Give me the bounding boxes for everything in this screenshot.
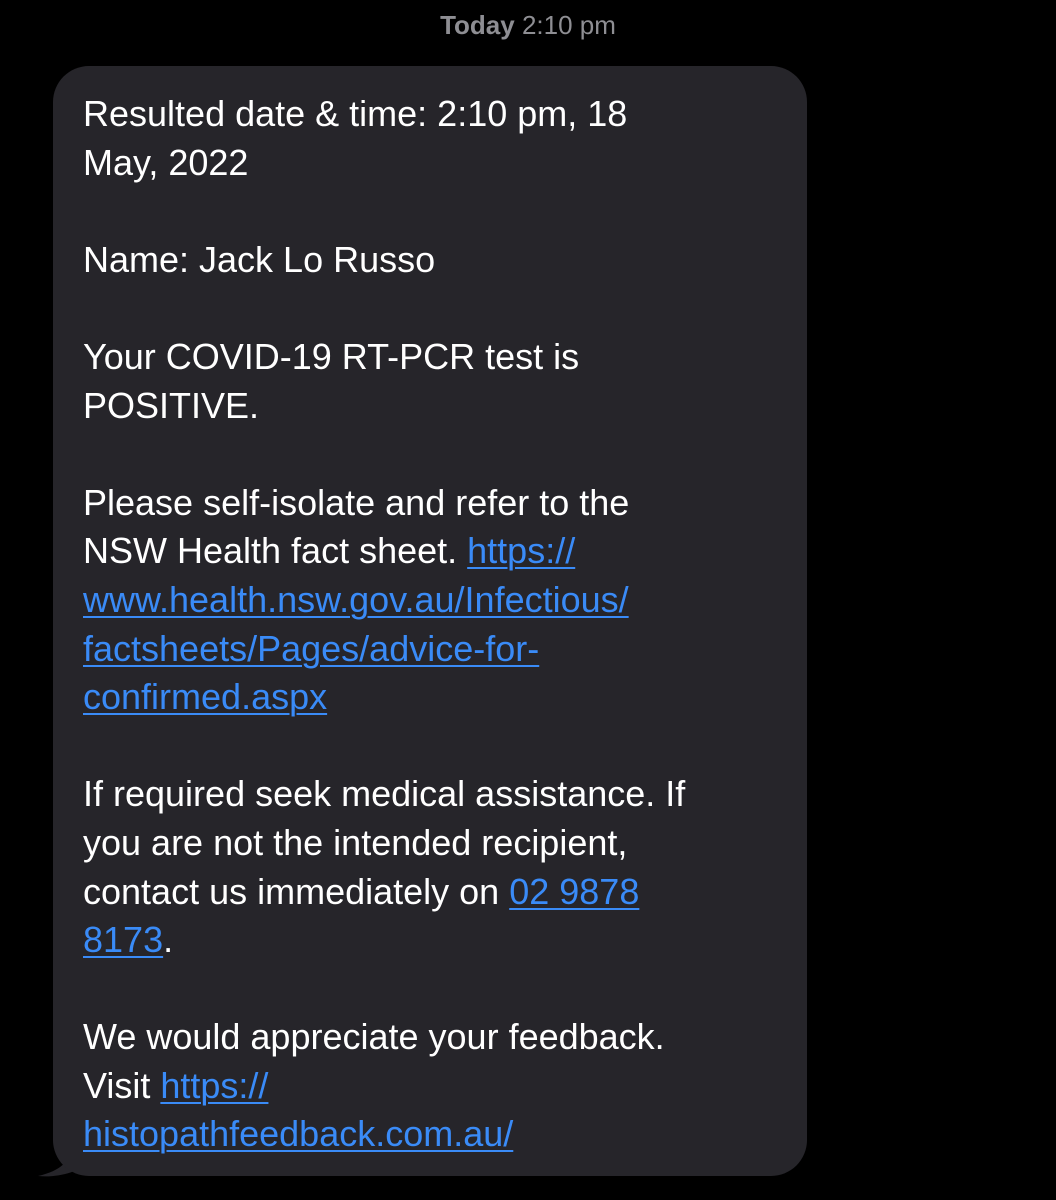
- feedback-paragraph: We would appreciate your feedback. Visit…: [83, 1013, 777, 1159]
- patient-name-line: Name: Jack Lo Russo: [83, 238, 436, 280]
- message-timestamp: Today 2:10 pm: [0, 8, 1056, 42]
- test-result-paragraph: Your COVID-19 RT-PCR test is POSITIVE.: [83, 333, 777, 430]
- feedback-link-part-1[interactable]: https://: [160, 1065, 268, 1106]
- result-datetime-line-2: May, 2022: [83, 141, 249, 183]
- advice-paragraph: Please self-isolate and refer to the NSW…: [83, 479, 777, 722]
- factsheet-link-part-4[interactable]: confirmed.aspx: [83, 676, 327, 717]
- medical-assistance-paragraph: If required seek medical assistance. If …: [83, 770, 777, 964]
- advice-line-2-text: NSW Health fact sheet.: [83, 530, 468, 572]
- result-datetime-line-1: Resulted date & time: 2:10 pm, 18: [83, 93, 628, 134]
- advice-line-1: Please self-isolate and refer to the: [83, 481, 630, 523]
- medical-line-3: contact us immediately on 02 9878: [83, 868, 777, 917]
- test-result-line-2: POSITIVE.: [83, 384, 260, 426]
- phone-link-part-1[interactable]: 02 9878: [509, 871, 639, 912]
- factsheet-link-part-3[interactable]: factsheets/Pages/advice-for-: [83, 628, 539, 669]
- result-datetime-paragraph: Resulted date & time: 2:10 pm, 18 May, 2…: [83, 90, 777, 187]
- feedback-link-part-2[interactable]: histopathfeedback.com.au/: [83, 1113, 513, 1154]
- incoming-message-bubble[interactable]: Resulted date & time: 2:10 pm, 18 May, 2…: [53, 66, 807, 1176]
- medical-line-4: 8173.: [83, 916, 777, 965]
- factsheet-link-part-1[interactable]: https://: [467, 530, 575, 571]
- factsheet-link-line-4: confirmed.aspx: [83, 673, 777, 722]
- timestamp-day: Today: [440, 10, 515, 40]
- patient-name-paragraph: Name: Jack Lo Russo: [83, 236, 777, 285]
- factsheet-link-line-3: factsheets/Pages/advice-for-: [83, 625, 777, 674]
- factsheet-link-line-2: www.health.nsw.gov.au/Infectious/: [83, 576, 777, 625]
- medical-line-1: If required seek medical assistance. If: [83, 773, 686, 815]
- medical-line-2: you are not the intended recipient,: [83, 821, 628, 863]
- test-result-line-1: Your COVID-19 RT-PCR test is: [83, 335, 580, 377]
- advice-line-2: NSW Health fact sheet. https://: [83, 527, 777, 576]
- feedback-line-3: histopathfeedback.com.au/: [83, 1110, 777, 1159]
- feedback-line-2: Visit https://: [83, 1062, 777, 1111]
- feedback-line-2-text: Visit: [83, 1064, 161, 1106]
- phone-link-part-2[interactable]: 8173: [83, 919, 163, 960]
- phone-suffix: .: [163, 919, 174, 961]
- timestamp-time: 2:10 pm: [521, 10, 616, 40]
- factsheet-link-part-2[interactable]: www.health.nsw.gov.au/Infectious/: [83, 579, 629, 620]
- feedback-line-1: We would appreciate your feedback.: [83, 1016, 665, 1058]
- medical-line-3-text: contact us immediately on: [83, 870, 510, 912]
